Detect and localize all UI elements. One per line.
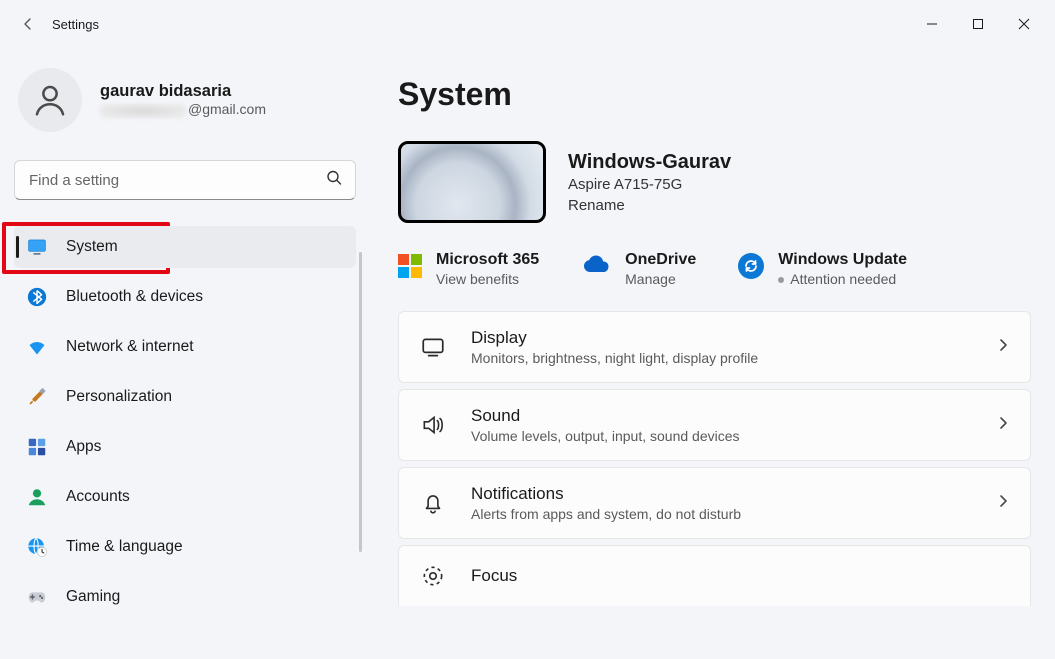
page-heading: System [398,76,1031,113]
card-title: Notifications [471,484,972,504]
profile-block[interactable]: gaurav bidasaria @gmail.com [14,62,356,150]
sound-icon [419,411,447,439]
main-panel: System Windows-Gaurav Aspire A715-75G Re… [370,48,1055,659]
attention-dot-icon [778,277,784,283]
card-title: Display [471,328,972,348]
sidebar-item-time-language[interactable]: Time & language [14,526,356,568]
sync-icon [738,253,764,279]
card-subtitle: Alerts from apps and system, do not dist… [471,506,972,522]
chevron-right-icon [996,338,1010,357]
device-row: Windows-Gaurav Aspire A715-75G Rename [398,141,1031,223]
profile-name: gaurav bidasaria [100,82,266,101]
status-sub: Attention needed [778,271,907,287]
search-box [14,160,356,200]
device-model: Aspire A715-75G [568,176,731,193]
maximize-button[interactable] [955,8,1001,40]
status-sub: Manage [625,271,696,287]
avatar-icon [18,68,82,132]
card-sound[interactable]: Sound Volume levels, output, input, soun… [398,389,1031,461]
gamepad-icon [26,586,48,608]
nav-label: Personalization [66,388,172,406]
nav-label: Gaming [66,588,120,606]
person-icon [26,486,48,508]
status-onedrive[interactable]: OneDrive Manage [581,251,696,287]
paintbrush-icon [26,386,48,408]
nav-label: Bluetooth & devices [66,288,203,306]
profile-email: @gmail.com [100,101,266,117]
sidebar: gaurav bidasaria @gmail.com System [0,48,370,659]
window-title: Settings [52,17,99,32]
nav-label: Time & language [66,538,183,556]
rename-link[interactable]: Rename [568,197,731,214]
device-name: Windows-Gaurav [568,151,731,174]
card-title: Sound [471,406,972,426]
status-microsoft365[interactable]: Microsoft 365 View benefits [398,251,539,287]
apps-icon [26,436,48,458]
nav-label: Network & internet [66,338,194,356]
sidebar-item-gaming[interactable]: Gaming [14,576,356,618]
nav-label: Accounts [66,488,130,506]
status-windows-update[interactable]: Windows Update Attention needed [738,251,907,287]
focus-icon [419,562,447,590]
back-button[interactable] [8,4,48,44]
sidebar-item-accounts[interactable]: Accounts [14,476,356,518]
sidebar-item-system[interactable]: System [14,226,356,268]
status-label: Microsoft 365 [436,251,539,269]
status-label: OneDrive [625,251,696,269]
search-input[interactable] [14,160,356,200]
card-subtitle: Volume levels, output, input, sound devi… [471,428,972,444]
redacted-text [100,104,186,118]
sidebar-item-personalization[interactable]: Personalization [14,376,356,418]
status-row: Microsoft 365 View benefits OneDrive Man… [398,251,1031,287]
wifi-icon [26,336,48,358]
chevron-right-icon [996,494,1010,513]
title-bar: Settings [0,0,1055,48]
globe-clock-icon [26,536,48,558]
window-controls [909,8,1047,40]
card-display[interactable]: Display Monitors, brightness, night ligh… [398,311,1031,383]
minimize-button[interactable] [909,8,955,40]
nav-label: Apps [66,438,101,456]
sidebar-item-bluetooth[interactable]: Bluetooth & devices [14,276,356,318]
card-focus[interactable]: Focus [398,545,1031,606]
cloud-icon [581,254,611,274]
nav-label: System [66,238,118,256]
settings-cards: Display Monitors, brightness, night ligh… [398,311,1031,606]
card-subtitle: Monitors, brightness, night light, displ… [471,350,972,366]
search-icon [326,170,342,191]
device-thumbnail[interactable] [398,141,546,223]
bell-icon [419,489,447,517]
chevron-right-icon [996,416,1010,435]
status-label: Windows Update [778,251,907,269]
nav-list: System Bluetooth & devices Network & int… [14,226,356,618]
microsoft-logo-icon [398,254,422,278]
bluetooth-icon [26,286,48,308]
sidebar-scrollbar[interactable] [359,252,362,552]
card-title: Focus [471,566,1010,586]
close-button[interactable] [1001,8,1047,40]
sidebar-item-apps[interactable]: Apps [14,426,356,468]
status-sub: View benefits [436,271,539,287]
display-icon [419,333,447,361]
card-notifications[interactable]: Notifications Alerts from apps and syste… [398,467,1031,539]
monitor-icon [26,236,48,258]
sidebar-item-network[interactable]: Network & internet [14,326,356,368]
